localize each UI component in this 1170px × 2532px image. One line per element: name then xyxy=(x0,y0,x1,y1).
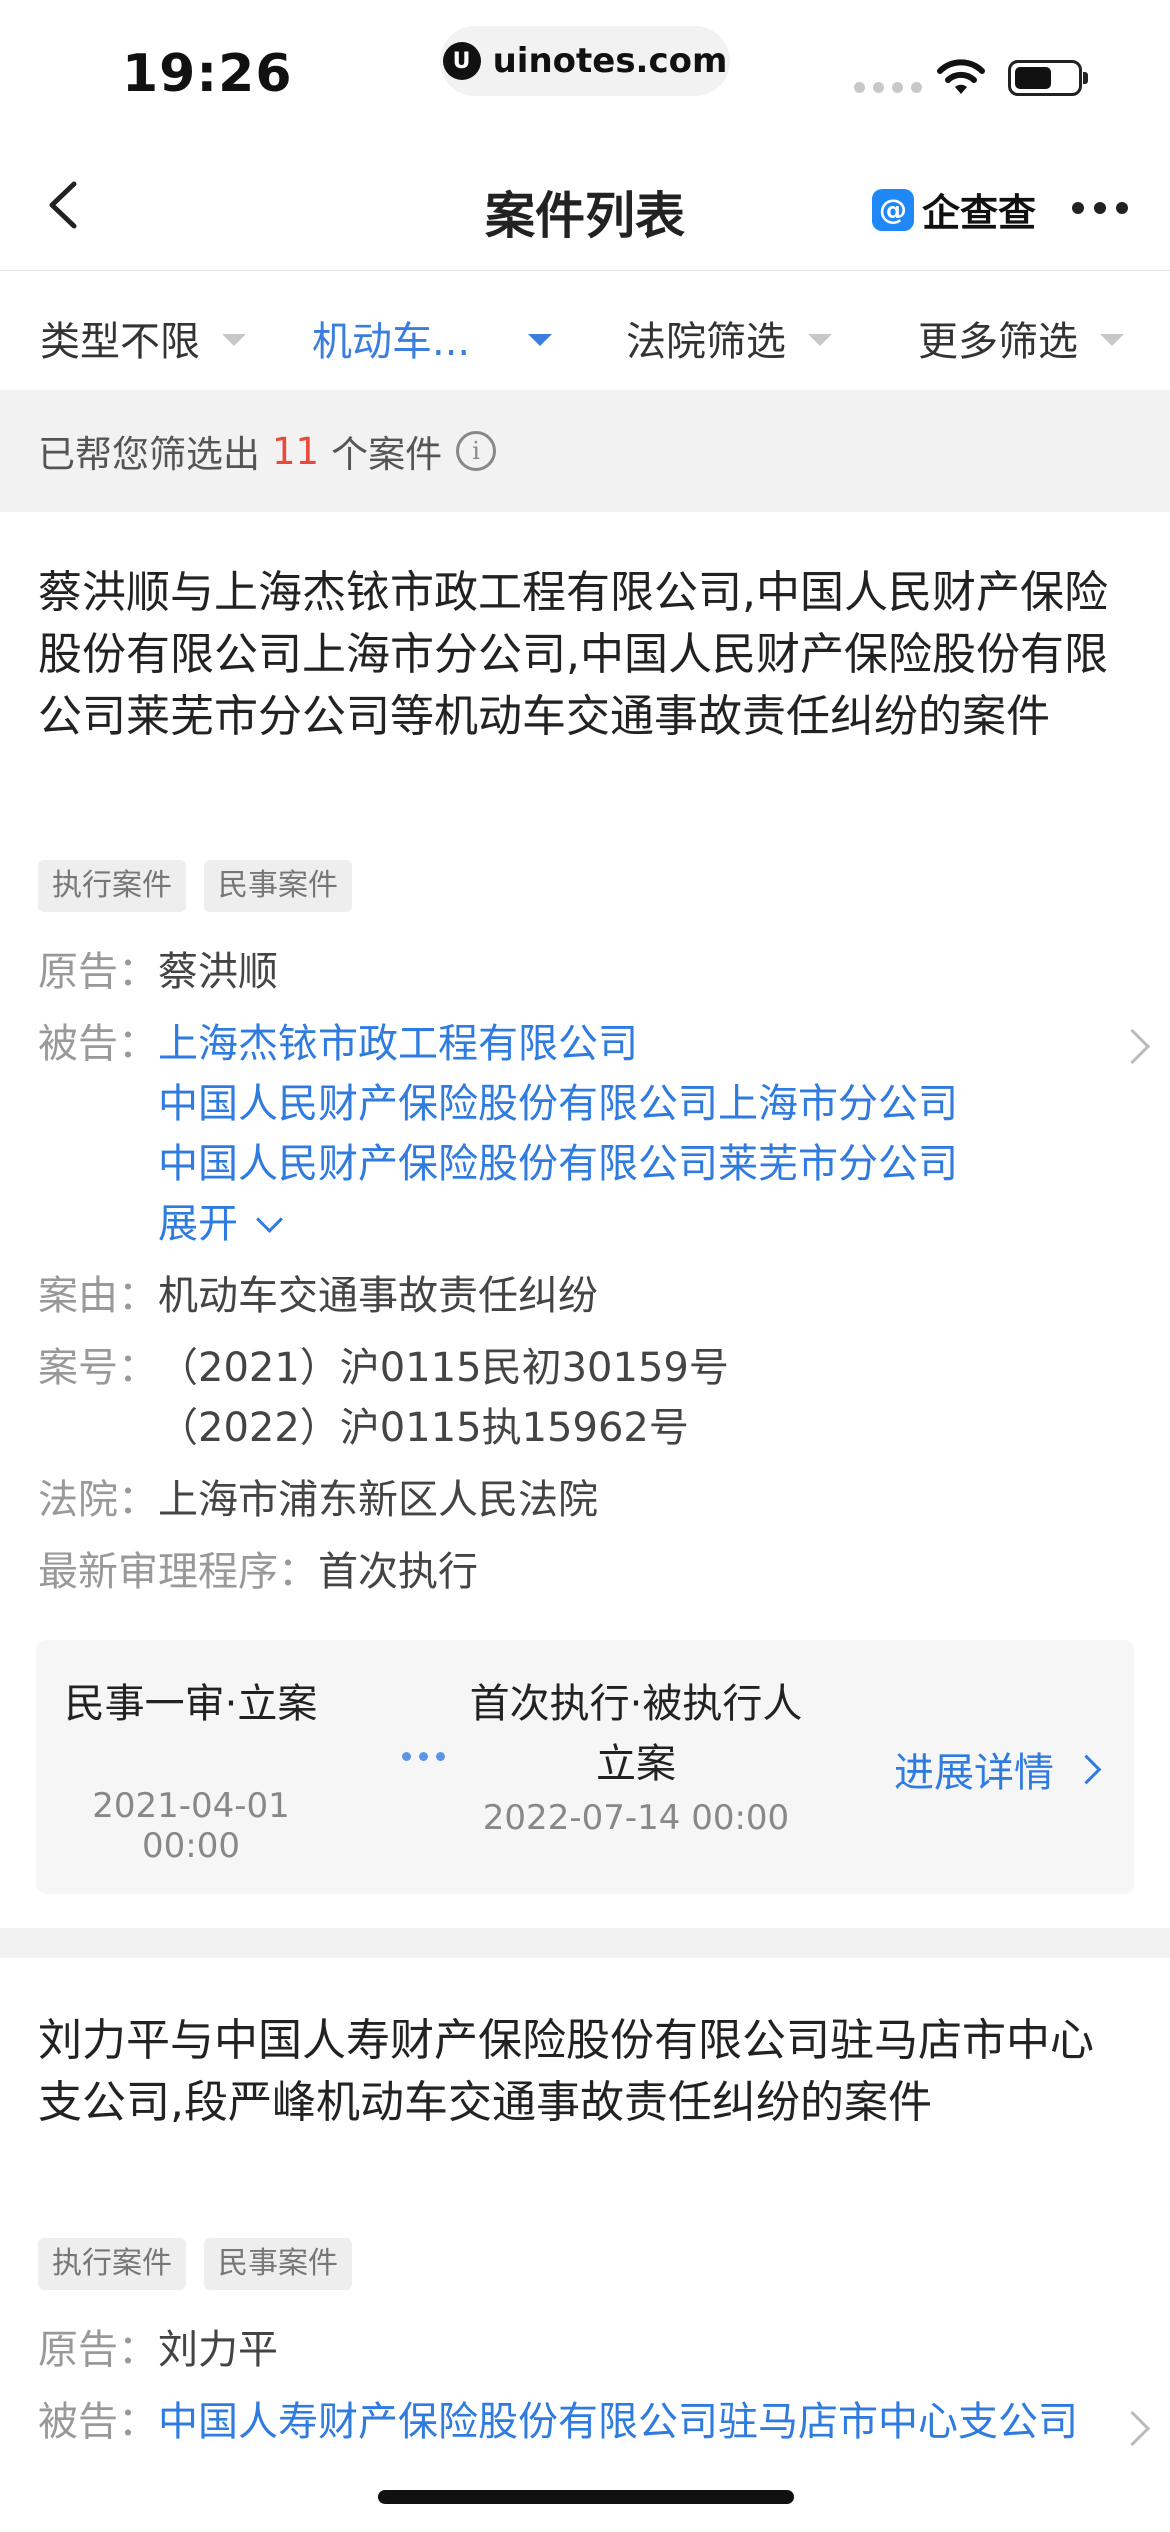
case-number: （2021）沪0115民初30159号 xyxy=(158,1345,729,1391)
chevron-right-icon[interactable] xyxy=(1114,2410,1151,2447)
court-label: 法院： xyxy=(38,1477,158,1523)
more-icon[interactable] xyxy=(1072,202,1128,214)
plaintiff-row: 原告： 刘力平 xyxy=(38,2320,278,2380)
case-tag: 民事案件 xyxy=(204,860,352,912)
defendant-row: 被告： 中国人寿财产保险股份有限公司驻马店市中心支公司 xyxy=(38,2392,1098,2452)
plaintiff-label: 原告： xyxy=(38,949,158,995)
filter-more-label: 更多筛选 xyxy=(918,319,1078,365)
defendant-link[interactable]: 上海杰铱市政工程有限公司 xyxy=(158,1014,958,1074)
filter-type[interactable]: 类型不限 xyxy=(40,309,246,367)
cause-label: 案由： xyxy=(38,1273,158,1319)
defendant-link[interactable]: 中国人寿财产保险股份有限公司驻马店市中心支公司 xyxy=(158,2392,1098,2452)
chevron-right-icon xyxy=(1071,1754,1102,1784)
filter-type-label: 类型不限 xyxy=(40,319,200,365)
case-number-label: 案号： xyxy=(38,1345,158,1391)
stage-date: 2021-04-01 00:00 xyxy=(92,1786,290,1866)
url-pill[interactable]: U uinotes.com xyxy=(440,26,730,96)
caret-down-icon xyxy=(222,334,246,346)
plaintiff-row: 原告： 蔡洪顺 xyxy=(38,942,278,1002)
result-count: 11 xyxy=(272,429,320,473)
cause-row: 案由： 机动车交通事故责任纠纷 xyxy=(38,1266,598,1326)
card-divider xyxy=(0,1928,1170,1958)
filter-court-label: 法院筛选 xyxy=(626,319,786,365)
caret-down-icon xyxy=(528,334,553,346)
case-number: （2022）沪0115执15962号 xyxy=(158,1405,689,1451)
caret-down-icon xyxy=(1100,334,1124,346)
case-card[interactable]: 刘力平与中国人寿财产保险股份有限公司驻马店市中心支公司,段严峰机动车交通事故责任… xyxy=(0,1958,1170,2532)
nav-bar: 案件列表 @ 企查查 xyxy=(0,140,1170,271)
url-text: uinotes.com xyxy=(492,41,728,81)
case-title[interactable]: 刘力平与中国人寿财产保险股份有限公司驻马店市中心支公司,段严峰机动车交通事故责任… xyxy=(38,2010,1118,2134)
summary-suffix: 个案件 xyxy=(331,433,443,476)
procedure-row: 最新审理程序： 首次执行 xyxy=(38,1542,478,1602)
brand-logo[interactable]: @ 企查查 xyxy=(872,182,1036,237)
defendant-row: 被告： 上海杰铱市政工程有限公司 中国人民财产保险股份有限公司上海市分公司 中国… xyxy=(38,1014,958,1254)
case-tag: 执行案件 xyxy=(38,2238,186,2290)
plaintiff-label: 原告： xyxy=(38,2327,158,2373)
clock: 19:26 xyxy=(122,44,293,104)
defendant-link[interactable]: 中国人民财产保险股份有限公司莱芜市分公司 xyxy=(158,1134,958,1194)
stage-date: 2022-07-14 00:00 xyxy=(482,1798,790,1838)
brand-name: 企查查 xyxy=(922,191,1037,235)
case-number-row: 案号： （2021）沪0115民初30159号 （2022）沪0115执1596… xyxy=(38,1338,729,1458)
chevron-right-icon[interactable] xyxy=(1114,1028,1151,1065)
progress-stage: 首次执行·被执行人 立案 2022-07-14 00:00 xyxy=(456,1674,816,1838)
signal-icon xyxy=(854,82,922,93)
caret-down-icon xyxy=(808,334,832,346)
filter-cause-label: 机动车... xyxy=(312,319,471,365)
defendant-label: 被告： xyxy=(38,2399,158,2445)
progress-stage: 民事一审·立案 2021-04-01 00:00 xyxy=(46,1674,336,1866)
case-title[interactable]: 蔡洪顺与上海杰铱市政工程有限公司,中国人民财产保险股份有限公司上海市分公司,中国… xyxy=(38,562,1118,748)
stage-name: 首次执行·被执行人 xyxy=(469,1681,803,1727)
expand-label: 展开 xyxy=(158,1201,238,1247)
summary-prefix: 已帮您筛选出 xyxy=(38,433,260,476)
qichacha-icon: @ xyxy=(872,188,914,231)
ellipsis-icon xyxy=(402,1752,445,1761)
home-indicator xyxy=(378,2490,794,2504)
progress-detail-label: 进展详情 xyxy=(894,1750,1054,1796)
procedure-value: 首次执行 xyxy=(318,1549,478,1595)
stage-name-cont: 立案 xyxy=(596,1741,676,1787)
battery-icon xyxy=(1008,60,1088,96)
progress-detail-link[interactable]: 进展详情 xyxy=(894,1740,1102,1798)
case-tag: 民事案件 xyxy=(204,2238,352,2290)
site-logo-icon: U xyxy=(442,42,481,80)
status-bar: 19:26 U uinotes.com xyxy=(0,0,1170,140)
expand-toggle[interactable]: 展开 xyxy=(158,1194,958,1254)
court-value: 上海市浦东新区人民法院 xyxy=(158,1477,598,1523)
plaintiff-name: 蔡洪顺 xyxy=(158,949,278,995)
wifi-icon xyxy=(937,59,985,94)
case-tag: 执行案件 xyxy=(38,860,186,912)
defendant-link[interactable]: 中国人民财产保险股份有限公司上海市分公司 xyxy=(158,1074,958,1134)
info-icon[interactable]: i xyxy=(456,431,497,471)
court-row: 法院： 上海市浦东新区人民法院 xyxy=(38,1470,598,1530)
procedure-label: 最新审理程序： xyxy=(38,1549,318,1595)
progress-timeline[interactable]: 民事一审·立案 2021-04-01 00:00 首次执行·被执行人 立案 20… xyxy=(36,1640,1134,1894)
filter-bar: 类型不限 机动车... 法院筛选 更多筛选 xyxy=(0,271,1170,389)
cause-value: 机动车交通事故责任纠纷 xyxy=(158,1273,598,1319)
plaintiff-name: 刘力平 xyxy=(158,2327,278,2373)
stage-name: 民事一审·立案 xyxy=(64,1681,318,1727)
filter-cause[interactable]: 机动车... xyxy=(312,309,553,367)
defendant-label: 被告： xyxy=(38,1021,158,1067)
chevron-down-icon xyxy=(256,1206,283,1233)
filter-court[interactable]: 法院筛选 xyxy=(626,309,832,367)
filter-more[interactable]: 更多筛选 xyxy=(918,309,1124,367)
result-summary: 已帮您筛选出 11 个案件 i xyxy=(0,390,1170,512)
